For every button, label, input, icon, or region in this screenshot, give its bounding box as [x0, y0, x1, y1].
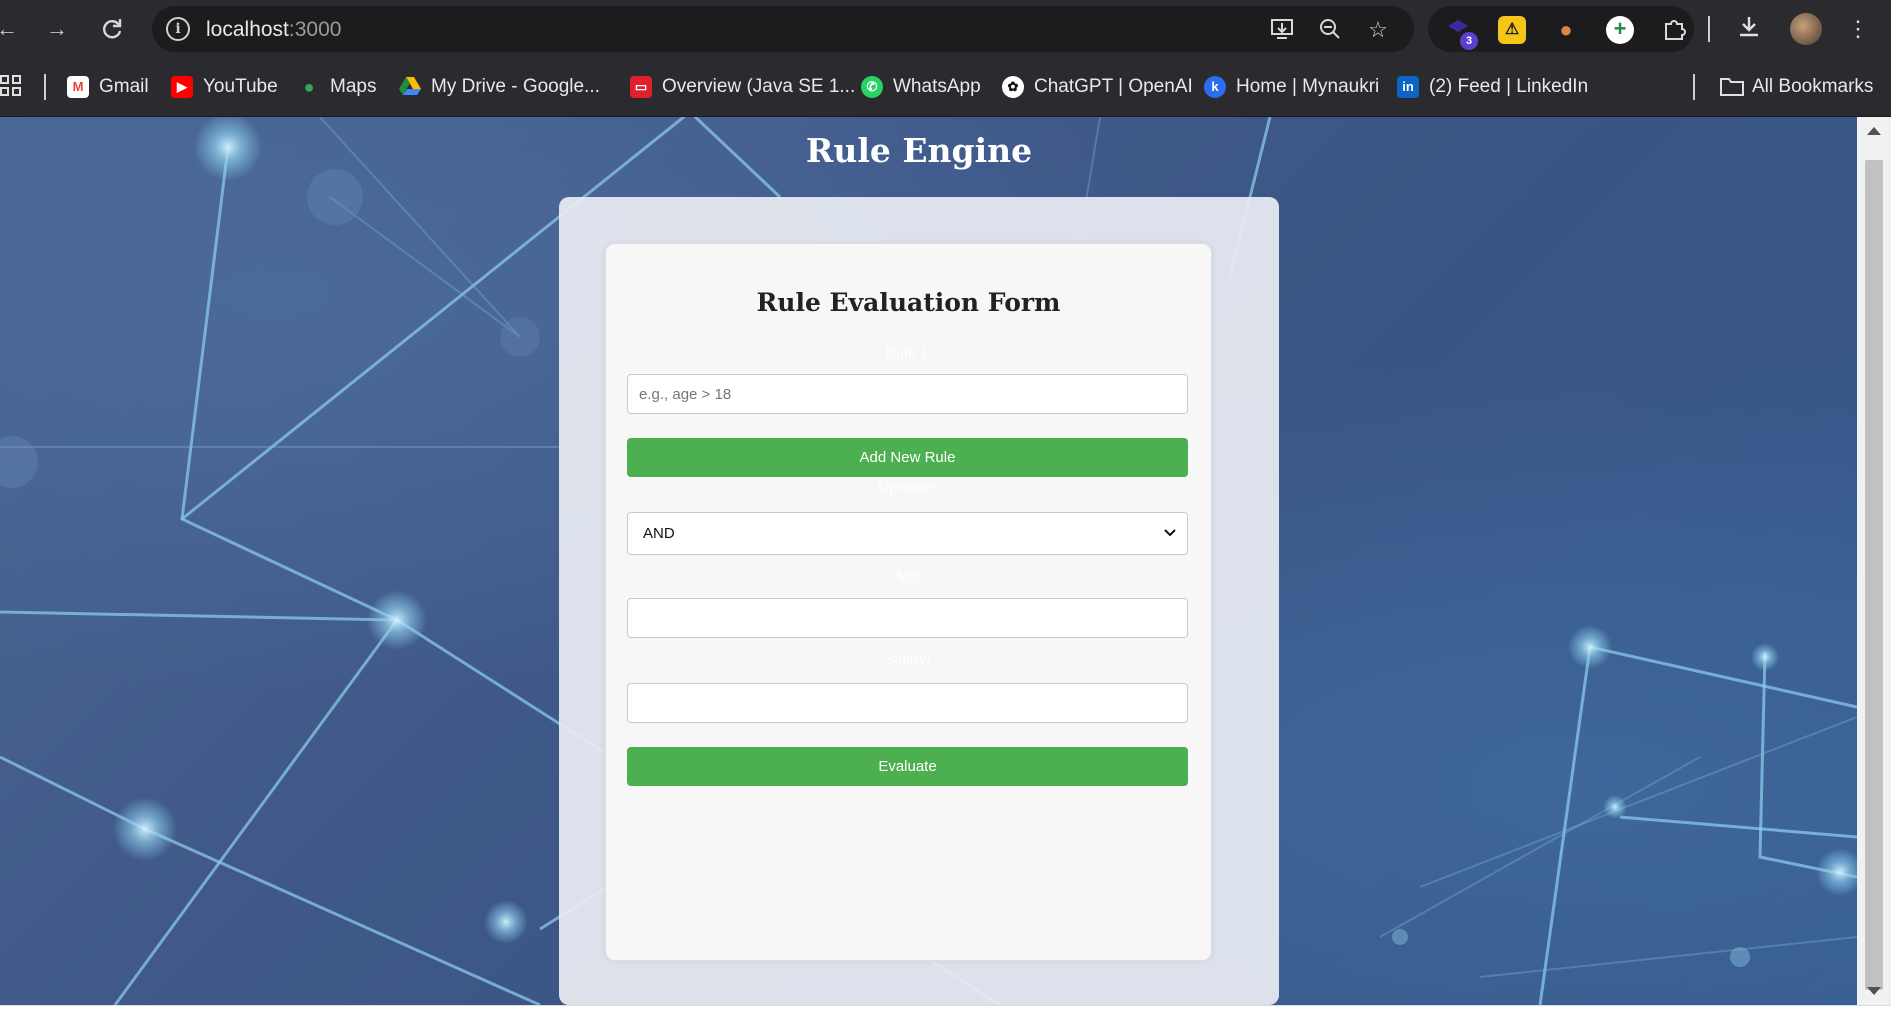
- forward-button[interactable]: →: [42, 14, 72, 44]
- address-url[interactable]: localhost:3000: [206, 18, 341, 42]
- evaluate-button[interactable]: Evaluate: [627, 747, 1188, 786]
- download-icon[interactable]: [1734, 14, 1764, 44]
- extension-purple-icon[interactable]: 3: [1444, 16, 1478, 50]
- rule-label: Rule 1:: [885, 345, 932, 362]
- toolbar-divider: [1708, 16, 1710, 42]
- address-bar[interactable]: i localhost:3000 ☆: [152, 6, 1414, 52]
- browser-toolbar: ← → i localhost:3000 ☆ 3 ⚠ ● + ⋮: [0, 0, 1891, 58]
- salary-input[interactable]: [627, 683, 1188, 723]
- bookmark-label: YouTube: [203, 76, 278, 97]
- extension-warning-icon[interactable]: ⚠: [1498, 16, 1526, 44]
- bookmark-label: Gmail: [99, 76, 149, 97]
- bookmarks-bar: M Gmail ▶ YouTube ● Maps My Drive - Google.…: [0, 58, 1891, 117]
- extensions-area: 3 ⚠ ● +: [1428, 6, 1694, 52]
- folder-icon: [1720, 76, 1744, 98]
- scroll-down-arrow[interactable]: [1867, 987, 1881, 995]
- bookmarks-divider-right: [1693, 74, 1695, 100]
- bookmark-maps[interactable]: ● Maps: [298, 75, 377, 99]
- operator-label: Operator:: [877, 478, 940, 495]
- rule-form-card: Rule Evaluation Form Rule 1: Add New Rul…: [605, 243, 1212, 961]
- salary-label: Salary:: [885, 651, 932, 668]
- chevron-down-icon: [1164, 529, 1176, 537]
- all-bookmarks-label: All Bookmarks: [1752, 76, 1874, 97]
- youtube-icon: ▶: [171, 76, 193, 98]
- bookmark-gmail[interactable]: M Gmail: [67, 75, 149, 99]
- bookmark-java-docs[interactable]: ▭ Overview (Java SE 1...: [630, 75, 855, 99]
- age-label: Age:: [892, 567, 925, 584]
- page-title: Rule Engine: [805, 131, 1033, 170]
- oracle-icon: ▭: [630, 76, 652, 98]
- bookmark-linkedin[interactable]: in (2) Feed | LinkedIn: [1397, 75, 1588, 99]
- cookie-icon[interactable]: ●: [1552, 16, 1580, 44]
- bookmark-label: WhatsApp: [893, 76, 981, 97]
- bookmark-label: ChatGPT | OpenAI: [1034, 76, 1193, 97]
- page-scrollbar[interactable]: [1857, 117, 1891, 1005]
- maps-icon: ●: [303, 77, 315, 97]
- apps-grid-icon[interactable]: [0, 75, 22, 99]
- gmail-icon: M: [67, 76, 89, 98]
- kebab-menu-icon[interactable]: ⋮: [1843, 14, 1873, 44]
- star-icon[interactable]: ☆: [1364, 16, 1392, 44]
- google-drive-icon: [399, 76, 421, 98]
- bookmark-youtube[interactable]: ▶ YouTube: [171, 75, 278, 99]
- operator-selected-value: AND: [643, 525, 675, 542]
- bookmark-label: (2) Feed | LinkedIn: [1429, 76, 1589, 97]
- operator-select[interactable]: AND: [627, 512, 1188, 555]
- bookmark-chatgpt[interactable]: ✿ ChatGPT | OpenAI: [1002, 75, 1193, 99]
- bookmark-label: Maps: [330, 76, 377, 97]
- url-port: :3000: [288, 18, 342, 41]
- reload-button[interactable]: [97, 14, 127, 44]
- scroll-up-arrow[interactable]: [1867, 127, 1881, 135]
- url-host: localhost: [206, 18, 289, 41]
- page-viewport: Rule Engine Rule Evaluation Form Rule 1:…: [0, 117, 1857, 1005]
- puzzle-extensions-icon[interactable]: [1660, 16, 1688, 44]
- zoom-out-icon[interactable]: [1316, 16, 1344, 44]
- form-title: Rule Evaluation Form: [756, 288, 1061, 317]
- back-button[interactable]: ←: [0, 14, 22, 44]
- profile-avatar[interactable]: [1790, 13, 1822, 45]
- bookmark-label: Home | Mynaukri: [1236, 76, 1380, 97]
- all-bookmarks[interactable]: All Bookmarks: [1720, 75, 1873, 99]
- bookmarks-divider: [44, 74, 46, 100]
- mynaukri-icon: k: [1204, 76, 1226, 98]
- bookmark-mynaukri[interactable]: k Home | Mynaukri: [1204, 75, 1379, 99]
- bookmark-whatsapp[interactable]: ✆ WhatsApp: [861, 75, 981, 99]
- install-app-icon[interactable]: [1268, 16, 1296, 44]
- whatsapp-icon: ✆: [861, 76, 883, 98]
- info-icon[interactable]: i: [166, 17, 190, 41]
- scroll-thumb[interactable]: [1865, 160, 1883, 990]
- bookmark-label: My Drive - Google...: [431, 76, 600, 97]
- extension-badge: 3: [1460, 32, 1478, 50]
- bookmark-label: Overview (Java SE 1...: [662, 76, 856, 97]
- window-bottom-edge: [0, 1005, 1891, 1016]
- add-rule-button[interactable]: Add New Rule: [627, 438, 1188, 477]
- openai-icon: ✿: [1002, 76, 1024, 98]
- linkedin-icon: in: [1397, 76, 1419, 98]
- age-input[interactable]: [627, 598, 1188, 638]
- add-extension-icon[interactable]: +: [1606, 16, 1634, 44]
- rule-input[interactable]: [627, 374, 1188, 414]
- reload-icon: [103, 19, 122, 39]
- bookmark-drive[interactable]: My Drive - Google...: [399, 75, 600, 99]
